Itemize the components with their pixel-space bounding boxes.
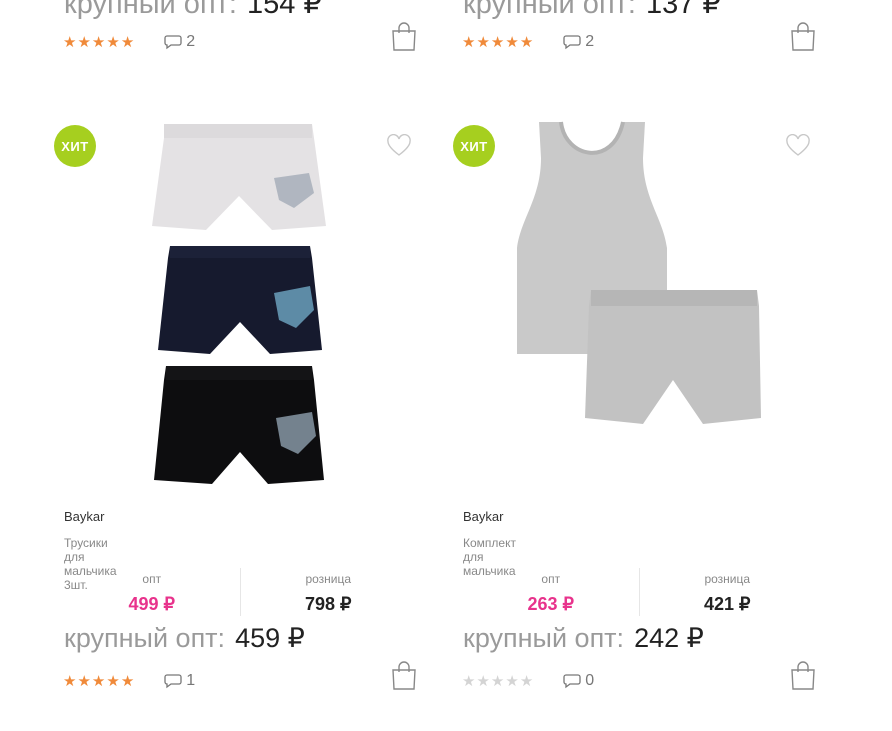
opt-price: 499 ₽ [128,594,176,614]
star-icon: ★ [120,33,135,51]
comments-count: 1 [186,672,196,689]
retail-label: розница [704,572,751,586]
bulk-price-value: 137 ₽ [645,0,721,20]
cart-icon [391,661,417,691]
rating-stars: ★ ★ ★ ★ ★ [63,674,134,689]
opt-label: опт [541,572,561,586]
bulk-price-value: 459 ₽ [235,623,305,653]
product-image[interactable] [513,118,763,486]
star-icon: ★ [476,33,490,51]
star-icon: ★ [77,672,91,690]
bulk-price-value: 154 ₽ [246,0,322,20]
rating-stars: ★ ★ ★ ★ ★ [462,35,533,50]
comment-icon [563,34,581,50]
boxer-navy-image [158,246,322,354]
comments-link[interactable]: 0 [563,672,594,690]
bulk-price-label: крупный опт: [463,0,636,20]
boxer-black-image [154,366,324,484]
rating-stars: ★ ★ ★ ★ ★ [462,674,533,689]
add-to-cart-button[interactable] [790,22,816,52]
comments-count: 2 [585,33,595,50]
star-icon: ★ [77,33,91,51]
price-box: опт 263 ₽ розница 421 ₽ [463,568,815,616]
price-box: опт 499 ₽ розница 798 ₽ [64,568,416,616]
bulk-price-row: крупный опт: 459 ₽ [64,623,305,654]
hit-badge: ХИТ [54,125,96,167]
retail-label: розница [305,572,352,586]
cart-icon [790,22,816,52]
star-icon: ★ [106,672,120,690]
star-icon: ★ [63,672,77,690]
favorite-button[interactable] [785,133,811,158]
cart-icon [391,22,417,52]
star-icon: ★ [519,672,534,690]
comments-count: 0 [585,672,595,689]
add-to-cart-button[interactable] [391,22,417,52]
star-icon: ★ [462,672,476,690]
shorts-image [585,290,761,424]
add-to-cart-button[interactable] [790,661,816,691]
brand-name[interactable]: Baykar [463,509,503,524]
star-icon: ★ [462,33,476,51]
bulk-price-label: крупный опт: [64,0,237,20]
comments-link[interactable]: 1 [164,672,195,690]
hit-badge: ХИТ [453,125,495,167]
star-icon: ★ [120,672,135,690]
rating-row: ★ ★ ★ ★ ★ 1 [63,669,195,693]
rating-row: ★ ★ ★ ★ ★ 2 [63,30,195,54]
bulk-price-label: крупный опт: [64,623,226,653]
rating-row: ★ ★ ★ ★ ★ 2 [462,30,594,54]
rating-row: ★ ★ ★ ★ ★ 0 [462,669,594,693]
brand-name[interactable]: Baykar [64,509,104,524]
star-icon: ★ [476,672,490,690]
cart-icon [790,661,816,691]
retail-price-column: розница 798 ₽ [241,568,417,616]
boxer-gray-image [152,124,326,230]
bulk-price-row: крупный опт: 137 ₽ [463,0,721,21]
rating-stars: ★ ★ ★ ★ ★ [63,35,134,50]
comments-count: 2 [186,33,196,50]
bulk-price-value: 242 ₽ [634,623,704,653]
opt-price: 263 ₽ [527,594,575,614]
star-icon: ★ [106,33,120,51]
star-icon: ★ [63,33,77,51]
retail-price-column: розница 421 ₽ [640,568,816,616]
star-icon: ★ [505,672,519,690]
heart-icon [785,133,811,162]
heart-icon [386,133,412,162]
star-icon: ★ [91,33,106,51]
comments-link[interactable]: 2 [164,33,195,51]
opt-price-column: опт 499 ₽ [64,568,241,616]
product-image[interactable] [114,118,364,486]
retail-price: 421 ₽ [704,594,751,614]
star-icon: ★ [505,33,519,51]
comments-link[interactable]: 2 [563,33,594,51]
star-icon: ★ [519,33,534,51]
comment-icon [563,673,581,689]
comment-icon [164,34,182,50]
opt-label: опт [142,572,162,586]
bulk-price-label: крупный опт: [463,623,625,653]
add-to-cart-button[interactable] [391,661,417,691]
comment-icon [164,673,182,689]
favorite-button[interactable] [386,133,412,158]
star-icon: ★ [91,672,106,690]
star-icon: ★ [490,672,505,690]
retail-price: 798 ₽ [305,594,352,614]
bulk-price-row: крупный опт: 242 ₽ [463,623,704,654]
opt-price-column: опт 263 ₽ [463,568,640,616]
star-icon: ★ [490,33,505,51]
bulk-price-row: крупный опт: 154 ₽ [64,0,322,21]
